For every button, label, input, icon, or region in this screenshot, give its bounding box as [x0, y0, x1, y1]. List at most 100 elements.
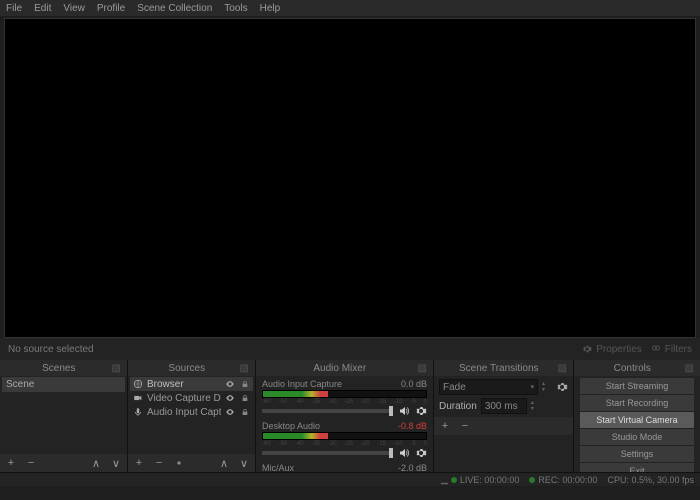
menubar: File Edit View Profile Scene Collection Tools… — [0, 0, 700, 16]
no-source-label: No source selected — [8, 344, 94, 355]
source-properties-button[interactable] — [172, 456, 186, 470]
source-toolbar: No source selected Properties Filters — [0, 338, 700, 360]
panel-title: Scenes — [6, 363, 112, 374]
visibility-toggle[interactable] — [224, 379, 238, 389]
lock-toggle[interactable] — [241, 393, 251, 403]
scenes-list[interactable]: Scene — [0, 376, 127, 454]
duration-input[interactable]: 300 ms — [481, 398, 527, 414]
scene-item[interactable]: Scene — [2, 377, 125, 392]
menu-file[interactable]: File — [6, 3, 22, 14]
add-button[interactable]: + — [4, 456, 18, 470]
start-streaming-button[interactable]: Start Streaming — [580, 378, 694, 394]
controls-body: Start StreamingStart RecordingStart Virt… — [574, 376, 700, 472]
popout-icon[interactable]: ▧ — [418, 363, 427, 374]
volume-slider[interactable] — [262, 409, 393, 413]
docks: Scenes ▧ Scene + − ∧ ∨ Sources ▧ Browser… — [0, 360, 700, 472]
filters-button[interactable]: Filters — [650, 343, 692, 355]
visibility-toggle[interactable] — [224, 407, 238, 417]
visibility-toggle[interactable] — [224, 393, 238, 403]
lock-toggle[interactable] — [241, 407, 251, 417]
status-cpu: CPU: 0.5%, 30.00 fps — [607, 475, 694, 485]
source-label: Audio Input Capt. — [147, 407, 221, 418]
audio-meter — [262, 390, 427, 398]
scene-transitions-panel: Scene Transitions ▧ Fade ▾ ▴▾ Duration 3… — [434, 360, 574, 472]
mixer-channel: Audio Input Capture0.0 dB-60-50-40-35-30… — [258, 377, 431, 419]
audio-mixer-panel: Audio Mixer ▧ Audio Input Capture 0.0 dB -… — [256, 360, 434, 472]
controls-panel: Controls ▧ Start StreamingStart Recordin… — [574, 360, 700, 472]
channel-db: -2.0 dB — [398, 463, 427, 472]
preview-canvas[interactable] — [4, 18, 696, 338]
channel-name: Desktop Audio — [262, 421, 320, 431]
menu-help[interactable]: Help — [260, 3, 281, 14]
statusbar: ▁ LIVE: 00:00:00 REC: 00:00:00 CPU: 0.5%… — [0, 472, 700, 486]
source-item[interactable]: Browser — [130, 377, 253, 391]
lock-toggle[interactable] — [241, 379, 251, 389]
menu-scene-collection[interactable]: Scene Collection — [137, 3, 212, 14]
add-button[interactable]: + — [132, 456, 146, 470]
camera-icon — [132, 392, 144, 404]
mixer-channel: Mic/Aux-2.0 dB-60-50-40-35-30-25-20-15-1… — [258, 461, 431, 472]
preview-area — [0, 16, 700, 338]
exit-button[interactable]: Exit — [580, 463, 694, 472]
panel-title: Controls — [580, 363, 685, 374]
popout-icon[interactable]: ▧ — [112, 363, 121, 374]
settings-button[interactable]: Settings — [580, 446, 694, 462]
panel-title: Audio Mixer — [262, 363, 418, 374]
source-label: Video Capture Dev — [147, 393, 221, 404]
popout-icon[interactable]: ▧ — [558, 363, 567, 374]
channel-name: Mic/Aux — [262, 463, 294, 472]
duration-label: Duration — [439, 401, 477, 412]
channel-db: 0.0 dB — [401, 379, 427, 389]
filter-icon — [650, 343, 662, 355]
start-virtual-camera-button[interactable]: Start Virtual Camera — [580, 412, 694, 428]
transitions-toolbar: + − — [434, 417, 573, 435]
live-dot-icon — [451, 477, 457, 483]
speaker-icon[interactable] — [397, 405, 411, 417]
scenes-panel: Scenes ▧ Scene + − ∧ ∨ — [0, 360, 128, 472]
volume-slider[interactable] — [262, 451, 393, 455]
scenes-toolbar: + − ∧ ∨ — [0, 454, 127, 472]
status-rec: REC: 00:00:00 — [529, 475, 597, 485]
move-down-button[interactable]: ∨ — [237, 456, 251, 470]
sources-panel: Sources ▧ Browser Video Capture Dev Audio … — [128, 360, 256, 472]
mixer-body: Audio Input Capture0.0 dB-60-50-40-35-30… — [256, 376, 433, 472]
status-live: ▁ LIVE: 00:00:00 — [441, 474, 519, 485]
menu-view[interactable]: View — [63, 3, 85, 14]
menu-edit[interactable]: Edit — [34, 3, 51, 14]
source-item[interactable]: Video Capture Dev — [130, 391, 253, 405]
remove-button[interactable]: − — [152, 456, 166, 470]
rec-dot-icon — [529, 477, 535, 483]
remove-button[interactable]: − — [24, 456, 38, 470]
globe-icon — [132, 378, 144, 390]
move-up-button[interactable]: ∧ — [217, 456, 231, 470]
studio-mode-button[interactable]: Studio Mode — [580, 429, 694, 445]
channel-name: Audio Input Capture — [262, 379, 342, 389]
audio-meter — [262, 432, 427, 440]
mixer-channel: Desktop Audio-0.8 dB-60-50-40-35-30-25-2… — [258, 419, 431, 461]
popout-icon[interactable]: ▧ — [685, 363, 694, 374]
broadcast-icon: ▁ — [441, 474, 448, 485]
speaker-icon[interactable] — [397, 447, 411, 459]
start-recording-button[interactable]: Start Recording — [580, 395, 694, 411]
add-button[interactable]: + — [438, 419, 452, 433]
channel-settings-button[interactable] — [415, 405, 427, 417]
channel-db: -0.8 dB — [398, 421, 427, 431]
move-up-button[interactable]: ∧ — [89, 456, 103, 470]
properties-button[interactable]: Properties — [581, 343, 642, 355]
menu-profile[interactable]: Profile — [97, 3, 125, 14]
duration-spinner[interactable]: ▴▾ — [531, 400, 541, 412]
menu-tools[interactable]: Tools — [224, 3, 247, 14]
source-item[interactable]: Audio Input Capt. — [130, 405, 253, 419]
panel-title: Sources — [134, 363, 240, 374]
gear-icon — [581, 343, 593, 355]
transition-properties-button[interactable] — [556, 381, 568, 393]
chevron-down-icon: ▾ — [530, 383, 534, 391]
sources-toolbar: + − ∧ ∨ — [128, 454, 255, 472]
move-down-button[interactable]: ∨ — [109, 456, 123, 470]
channel-settings-button[interactable] — [415, 447, 427, 459]
sources-list[interactable]: Browser Video Capture Dev Audio Input Capt… — [128, 376, 255, 454]
transition-select[interactable]: Fade ▾ — [439, 379, 538, 395]
popout-icon[interactable]: ▧ — [240, 363, 249, 374]
mic-icon — [132, 406, 144, 418]
remove-button[interactable]: − — [458, 419, 472, 433]
